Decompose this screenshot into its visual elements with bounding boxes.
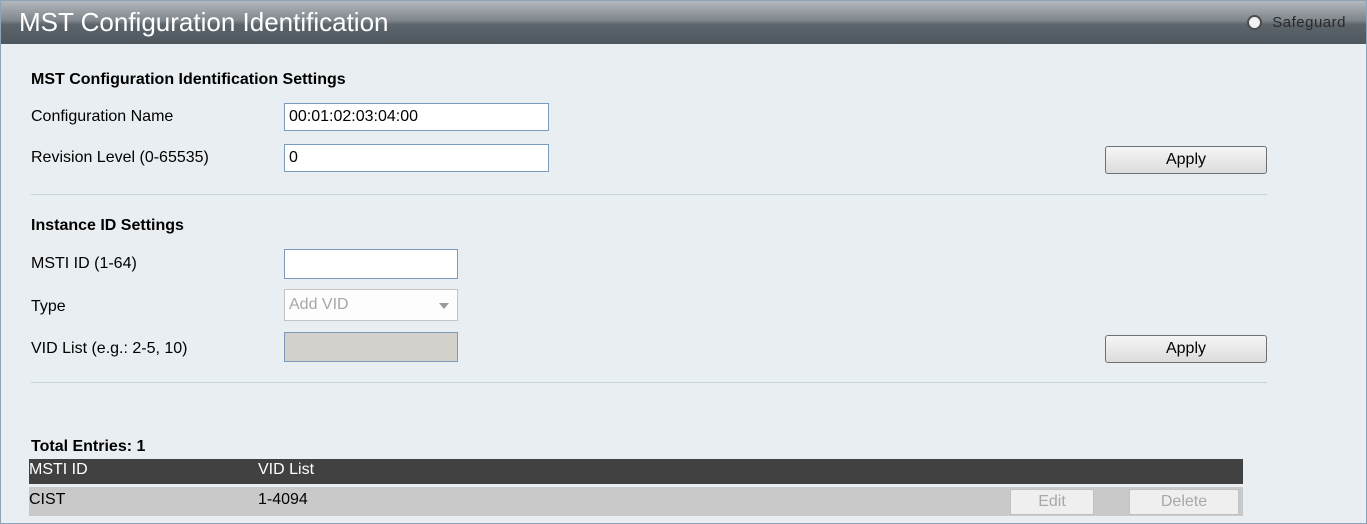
section-divider [31, 194, 1267, 195]
column-header-msti-id: MSTI ID [29, 461, 88, 478]
type-select[interactable]: Add VID [284, 289, 458, 321]
mst-settings-title: MST Configuration Identification Setting… [31, 71, 346, 88]
type-selected-value: Add VID [289, 296, 349, 313]
msti-id-input[interactable] [284, 249, 458, 279]
column-header-vid-list: VID List [258, 461, 315, 478]
page-title: MST Configuration Identification [19, 7, 389, 37]
title-bar: MST Configuration Identification Safegua… [1, 1, 1366, 44]
instance-apply-button[interactable]: Apply [1105, 335, 1267, 363]
main-panel: MST Configuration Identification Safegua… [0, 0, 1367, 524]
mst-apply-button[interactable]: Apply [1105, 146, 1267, 174]
delete-button[interactable]: Delete [1129, 489, 1239, 515]
table-header: MSTI ID VID List [29, 459, 1243, 484]
vid-list-input [284, 332, 458, 362]
total-entries: Total Entries: 1 [31, 438, 146, 455]
msti-id-label: MSTI ID (1-64) [31, 255, 137, 272]
cell-msti-id: CIST [29, 491, 66, 508]
circle-icon [1247, 14, 1263, 30]
chevron-down-icon [439, 303, 449, 309]
revision-level-label: Revision Level (0-65535) [31, 149, 209, 166]
section-divider [31, 382, 1267, 383]
cell-vid-list: 1-4094 [258, 491, 308, 508]
safeguard-label: Safeguard [1272, 13, 1346, 31]
edit-button[interactable]: Edit [1010, 489, 1094, 515]
revision-level-input[interactable] [284, 144, 549, 172]
instance-settings-title: Instance ID Settings [31, 217, 184, 234]
table-row: CIST 1-4094 Edit Delete [29, 487, 1243, 516]
type-label: Type [31, 298, 66, 315]
config-name-label: Configuration Name [31, 108, 174, 125]
vid-list-label: VID List (e.g.: 2-5, 10) [31, 340, 188, 357]
config-name-input[interactable] [284, 103, 549, 131]
safeguard-indicator: Safeguard [1247, 13, 1346, 31]
